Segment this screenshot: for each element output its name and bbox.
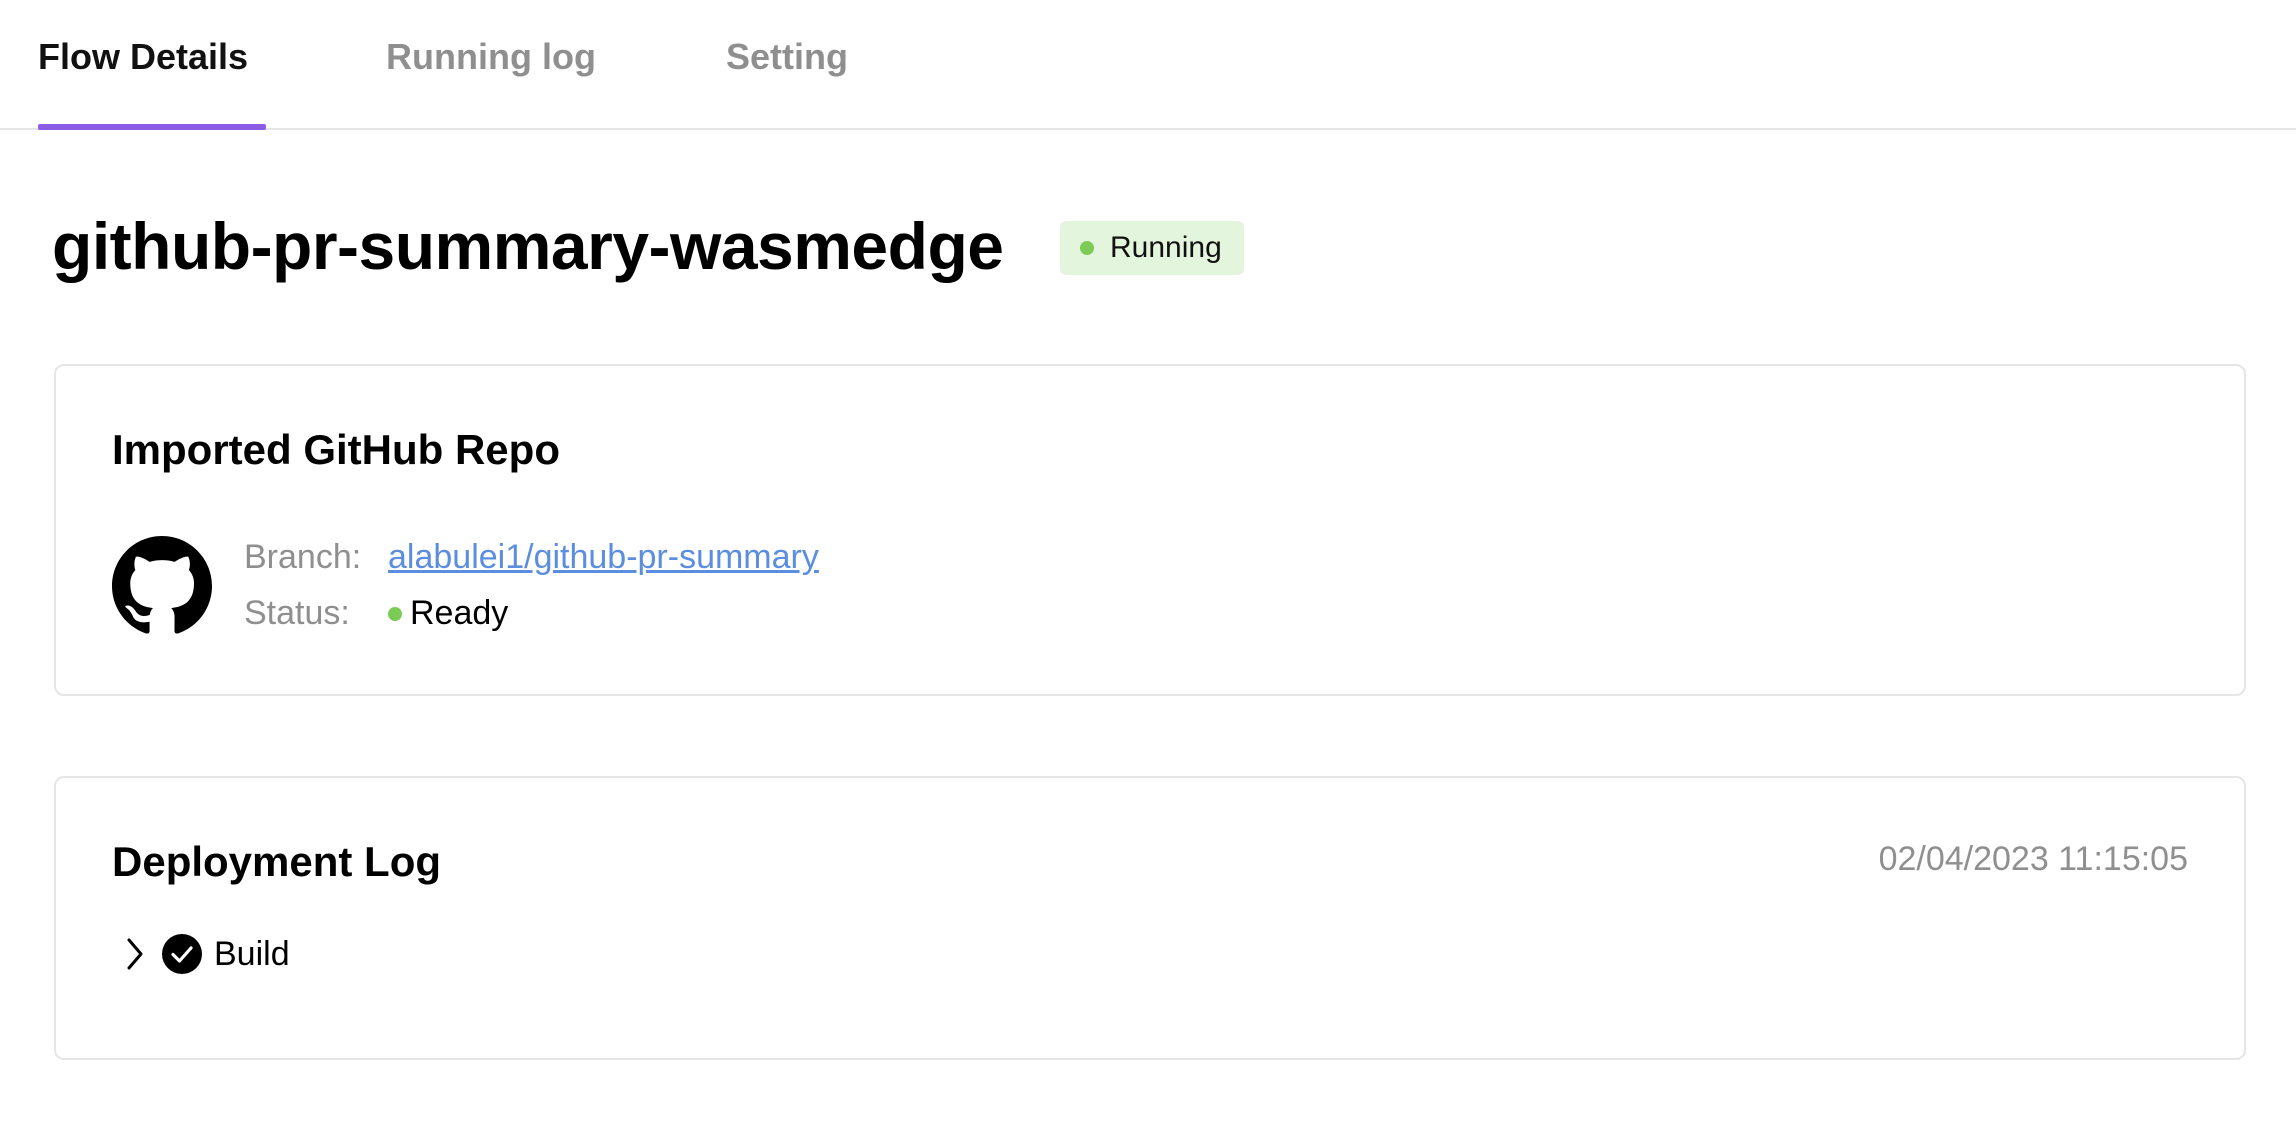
- deployment-timestamp: 02/04/2023 11:15:05: [1878, 840, 2188, 878]
- chevron-right-icon[interactable]: [118, 932, 152, 976]
- active-tab-indicator: [38, 124, 266, 130]
- branch-label: Branch:: [244, 538, 362, 576]
- tab-flow-details[interactable]: Flow Details: [38, 36, 248, 78]
- repo-card-title: Imported GitHub Repo: [112, 426, 560, 473]
- deployment-log-card: Deployment Log 02/04/2023 11:15:05 Build: [54, 776, 2246, 1060]
- repo-status-value: Ready: [388, 594, 508, 633]
- branch-value: alabulei1/github-pr-summary: [388, 538, 819, 577]
- repo-status-text: Ready: [410, 594, 509, 632]
- tab-running-log[interactable]: Running log: [386, 36, 596, 78]
- ready-dot-icon: [388, 606, 402, 621]
- tab-setting[interactable]: Setting: [726, 36, 848, 78]
- status-badge: Running: [1060, 221, 1244, 275]
- tab-bar: Flow Details Running log Setting: [0, 0, 2296, 130]
- github-icon: [112, 536, 212, 634]
- repo-status-label: Status:: [244, 594, 350, 632]
- build-step-label: Build: [214, 934, 290, 973]
- build-step-row[interactable]: Build: [118, 932, 290, 976]
- repo-card: Imported GitHub Repo Branch: alabulei1/g…: [54, 364, 2246, 696]
- branch-link[interactable]: alabulei1/github-pr-summary: [388, 538, 819, 577]
- status-dot-icon: [1080, 241, 1094, 255]
- page-title: github-pr-summary-wasmedge: [52, 209, 1004, 283]
- deployment-log-title: Deployment Log: [112, 838, 442, 885]
- status-badge-label: Running: [1110, 231, 1222, 264]
- check-circle-icon: [162, 934, 202, 974]
